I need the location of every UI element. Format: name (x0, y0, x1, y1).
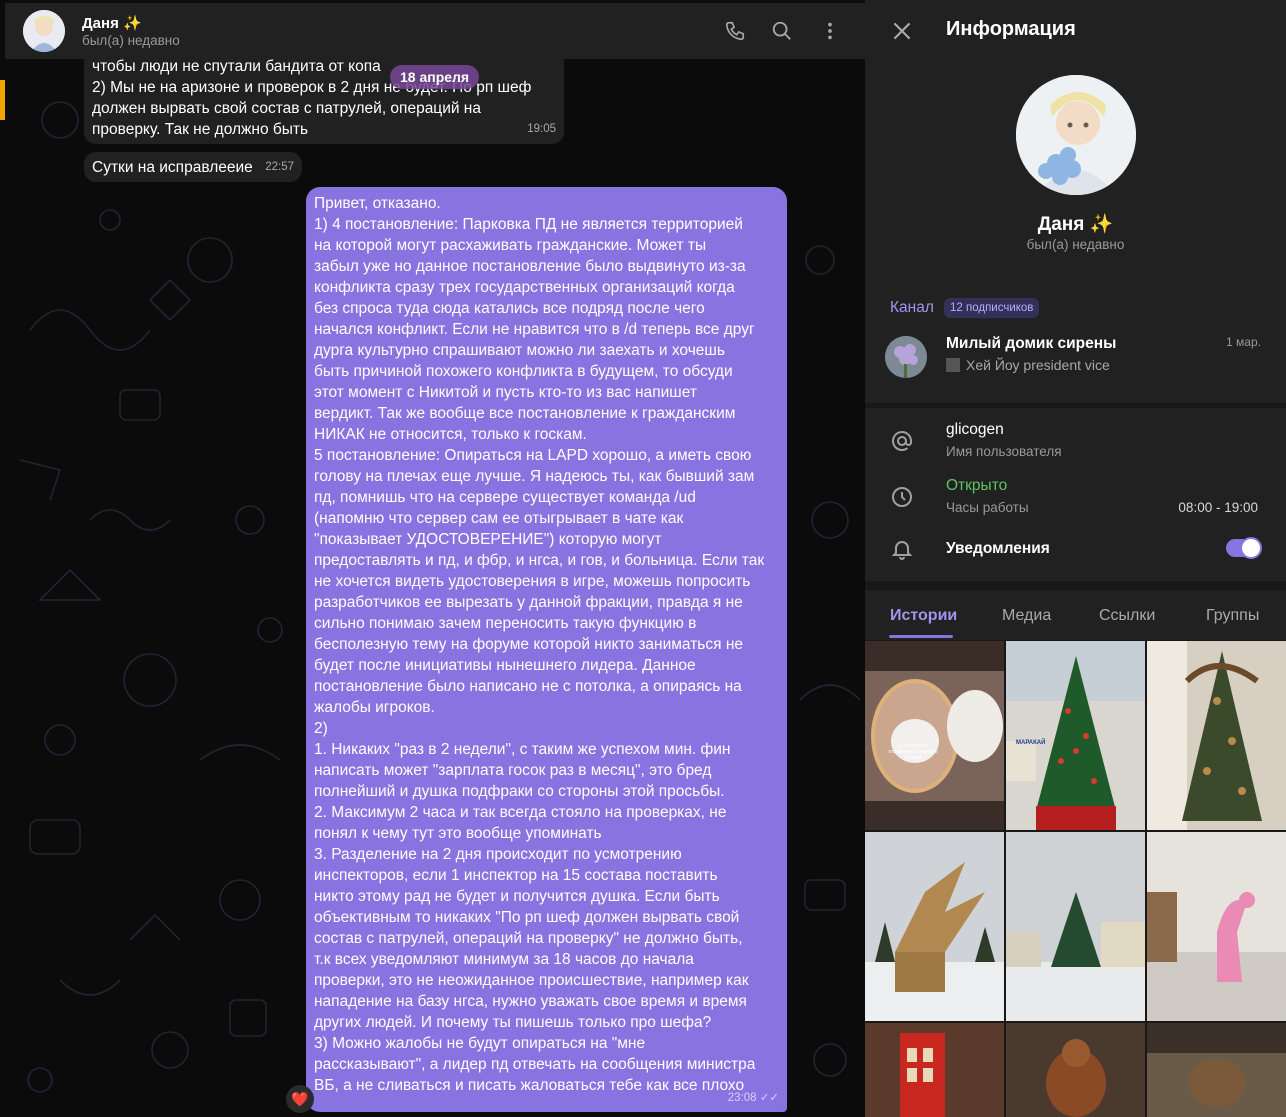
message-time: 22:57 (265, 161, 294, 173)
channel-name: Милый домик сирены (946, 335, 1117, 352)
profile-name: Даня ✨ (1037, 214, 1114, 235)
story-thumbnail[interactable] (1147, 641, 1286, 830)
toggle-knob (1240, 537, 1262, 559)
tab-groups[interactable]: Группы (1206, 607, 1259, 625)
chat-title[interactable]: Даня ✨ (82, 14, 180, 33)
story-thumbnail[interactable] (1147, 1023, 1286, 1117)
subscribers-badge: 12 подписчиков (944, 298, 1040, 318)
channel-date: 1 мар. (1226, 335, 1261, 349)
tab-media[interactable]: Медиа (1002, 607, 1051, 625)
message-outgoing[interactable]: Привет, отказано. 1) 4 постановление: Па… (306, 187, 787, 1112)
info-panel: Информация Даня ✨ был(а) недавно Канал 1… (865, 0, 1286, 1117)
tab-stories[interactable]: Истории (890, 607, 957, 625)
channel-section[interactable]: Канал 12 подписчиков Милый домик сирены … (865, 285, 1286, 403)
notifications-toggle[interactable] (1226, 537, 1262, 559)
work-hours-label: Часы работы (946, 500, 1029, 515)
message-time: 23:08 ✓✓ (728, 1088, 779, 1109)
double-check-icon: ✓✓ (759, 1092, 779, 1104)
message-time: 19:05 (527, 123, 556, 135)
chat-status: был(а) недавно (82, 32, 180, 48)
channel-last-message: Хей Йоу president vice (946, 357, 1110, 373)
bell-icon (890, 537, 914, 561)
phone-icon[interactable] (721, 17, 749, 45)
profile-avatar[interactable] (1016, 75, 1136, 195)
story-thumbnail[interactable] (1147, 832, 1286, 1021)
avatar[interactable] (23, 10, 65, 52)
search-icon[interactable] (768, 17, 796, 45)
details-section: glicogen Имя пользователя Открыто Часы р… (865, 408, 1286, 581)
username-value[interactable]: glicogen (946, 421, 1004, 439)
story-thumbnail[interactable] (1006, 1023, 1145, 1117)
chat-header: Даня ✨ был(а) недавно (5, 3, 865, 59)
sidebar-edge (0, 80, 5, 120)
notifications-label: Уведомления (946, 540, 1050, 557)
message-thumbnail-icon (946, 358, 960, 372)
active-tab-indicator (889, 635, 953, 638)
message-text: Привет, отказано. 1) 4 постановление: Па… (314, 195, 765, 1094)
story-caption: у тебя такое отражение в зеркале усилий (888, 743, 938, 761)
close-icon[interactable] (889, 18, 915, 44)
story-thumbnail[interactable]: МАРАКАЙ (1006, 641, 1145, 830)
open-status[interactable]: Открыто (946, 477, 1007, 495)
channel-last-text: Хей Йоу president vice (966, 357, 1110, 373)
message-incoming[interactable]: чтобы люди не спутали бандита от копа 2)… (84, 48, 564, 144)
at-sign-icon (890, 429, 914, 453)
chat-area: Даня ✨ был(а) недавно чтобы люди не спут… (0, 0, 865, 1117)
panel-title: Информация (946, 18, 1076, 40)
tab-links[interactable]: Ссылки (1099, 607, 1155, 625)
story-thumbnail[interactable] (865, 832, 1004, 1021)
story-thumbnail[interactable] (1006, 832, 1145, 1021)
work-hours-value: 08:00 - 19:00 (1178, 500, 1258, 515)
channel-avatar[interactable] (885, 336, 927, 378)
username-label: Имя пользователя (946, 444, 1062, 459)
media-tabs: Истории Медиа Ссылки Группы (865, 590, 1286, 640)
story-thumbnail[interactable] (865, 1023, 1004, 1117)
profile-status: был(а) недавно (1026, 237, 1125, 252)
heart-reaction[interactable]: ❤️ (286, 1085, 314, 1113)
clock-icon (890, 485, 914, 509)
date-chip: 18 апреля (390, 65, 480, 89)
message-text: Сутки на исправлееие (92, 159, 253, 176)
story-caption: МАРАКАЙ (1016, 740, 1046, 746)
heart-icon: ❤️ (291, 1090, 309, 1107)
channel-label: Канал (890, 299, 934, 316)
story-thumbnail[interactable]: у тебя такое отражение в зеркале усилий (865, 641, 1004, 830)
message-time-value: 23:08 (727, 1092, 757, 1104)
more-vertical-icon[interactable] (816, 17, 844, 45)
message-incoming[interactable]: Сутки на исправлееие 22:57 (84, 152, 302, 182)
